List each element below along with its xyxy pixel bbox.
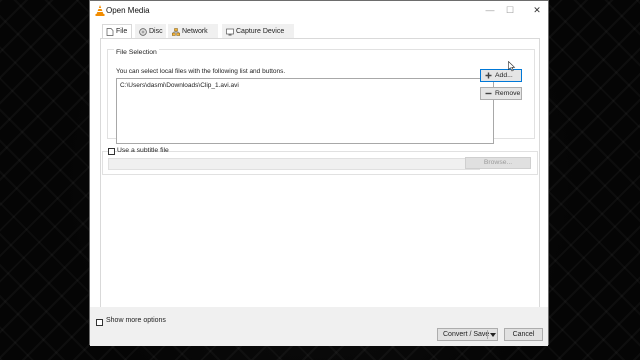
- minimize-button[interactable]: —: [481, 3, 499, 17]
- file-selection-hint: You can select local files with the foll…: [116, 68, 286, 75]
- capture-device-icon: [226, 28, 234, 36]
- title-bar[interactable]: Open Media — ☐ ✕: [90, 1, 548, 21]
- file-icon: [106, 28, 114, 36]
- network-icon: [172, 28, 180, 36]
- subtitle-checkbox-label: Use a subtitle file: [117, 147, 169, 154]
- add-button-label: Add...: [495, 72, 513, 79]
- file-list[interactable]: C:\Users\dasmi\Downloads\Clip_1.avi.avi: [116, 78, 494, 144]
- close-button[interactable]: ✕: [528, 3, 546, 17]
- show-more-options-label: Show more options: [106, 317, 166, 324]
- list-item[interactable]: C:\Users\dasmi\Downloads\Clip_1.avi.avi: [120, 82, 239, 89]
- convert-save-button[interactable]: Convert / Save: [437, 328, 498, 341]
- tab-disc-label: Disc: [149, 28, 163, 35]
- dropdown-arrow-icon[interactable]: [490, 333, 496, 337]
- tab-file[interactable]: File: [102, 24, 132, 39]
- tab-disc[interactable]: Disc: [135, 24, 166, 38]
- file-selection-title: File Selection: [114, 49, 159, 56]
- cancel-button[interactable]: Cancel: [504, 328, 543, 341]
- remove-button-label: Remove: [495, 90, 521, 97]
- vlc-cone-icon: [95, 5, 105, 16]
- maximize-button[interactable]: ☐: [501, 3, 519, 17]
- mouse-cursor-icon: [508, 61, 516, 72]
- button-separator: [487, 330, 488, 339]
- tab-network[interactable]: Network: [168, 24, 218, 38]
- window-title: Open Media: [106, 6, 150, 15]
- tab-file-label: File: [116, 28, 128, 35]
- tab-capture-device[interactable]: Capture Device: [222, 24, 294, 38]
- disc-icon: [139, 28, 147, 36]
- plus-icon: [485, 72, 492, 79]
- minus-icon: [485, 92, 492, 95]
- tab-network-label: Network: [182, 28, 208, 35]
- browse-button[interactable]: Browse...: [465, 157, 531, 169]
- tab-capture-device-label: Capture Device: [236, 28, 285, 35]
- show-more-options-checkbox[interactable]: [96, 319, 103, 326]
- dialog-footer: Show more options Convert / Save Cancel: [90, 307, 548, 346]
- file-selection-group: File Selection You can select local file…: [107, 49, 535, 144]
- convert-save-label: Convert / Save: [443, 331, 490, 338]
- remove-button[interactable]: Remove: [480, 87, 522, 100]
- open-media-dialog: Open Media — ☐ ✕ File Disc Network Captu…: [89, 0, 549, 346]
- subtitle-checkbox[interactable]: [108, 148, 115, 155]
- subtitle-path-input[interactable]: [108, 158, 480, 170]
